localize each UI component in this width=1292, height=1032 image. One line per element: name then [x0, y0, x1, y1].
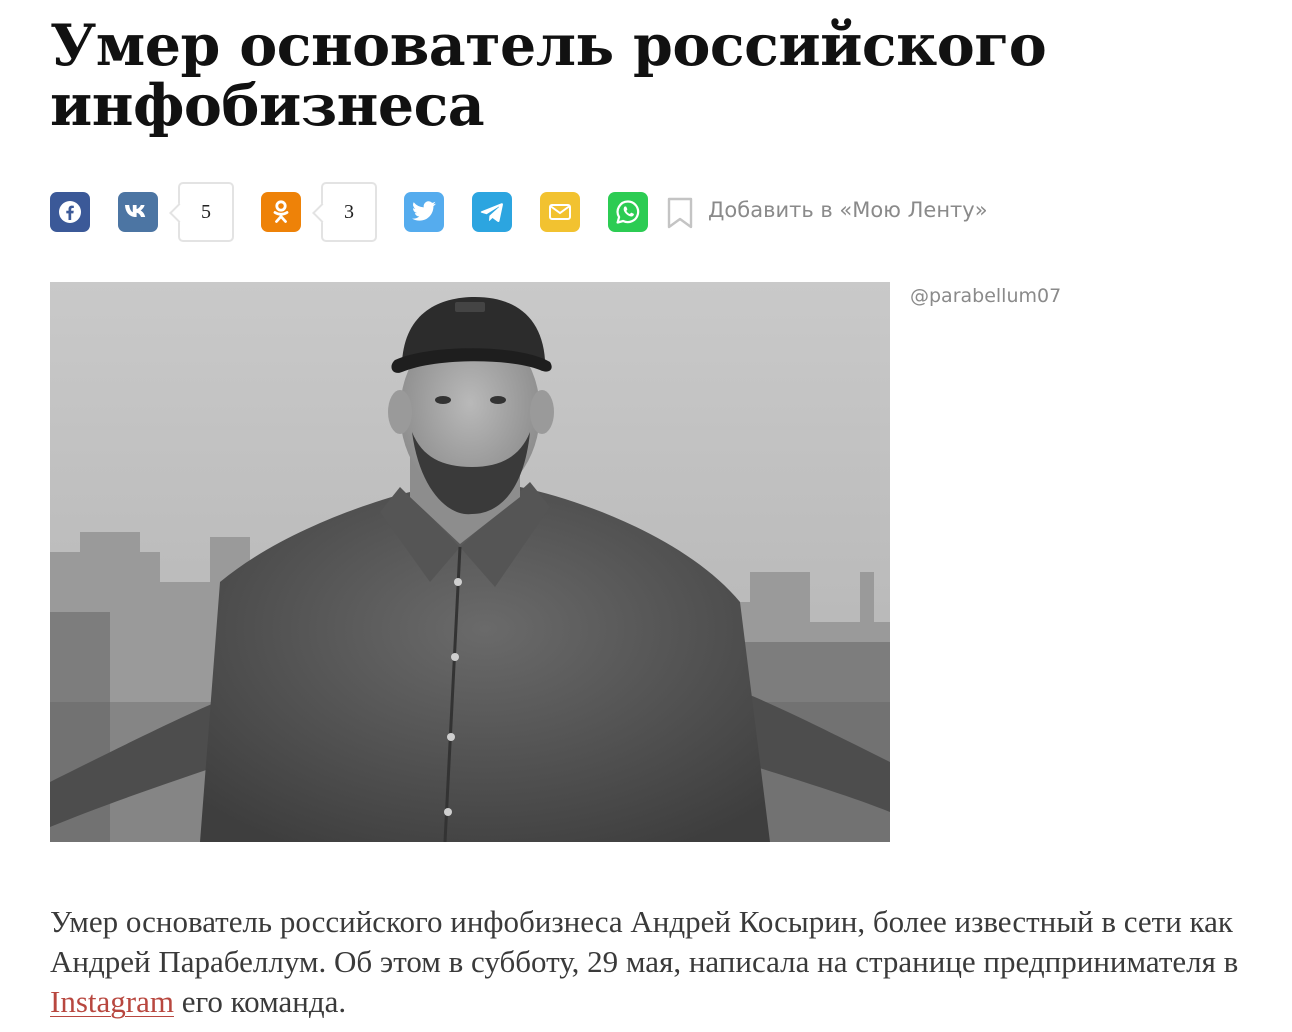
article-title: Умер основатель российского инфобизнеса — [50, 12, 1047, 139]
add-to-my-feed-link[interactable]: Добавить в «Мою Ленту» — [708, 198, 988, 222]
share-bar: 5 3 Добавить в «Мою Ленту» — [50, 182, 1150, 242]
mail-share-button[interactable] — [540, 192, 580, 232]
bookmark-icon[interactable] — [667, 197, 693, 229]
lead-text-end: его команда. — [173, 984, 347, 1019]
odnoklassniki-share-button[interactable] — [261, 192, 301, 232]
twitter-share-button[interactable] — [404, 192, 444, 232]
ok-share-count: 3 — [321, 182, 377, 242]
twitter-icon — [412, 201, 436, 221]
telegram-icon — [480, 203, 503, 223]
odnoklassniki-icon — [273, 200, 289, 223]
vk-icon — [125, 205, 146, 217]
whatsapp-share-button[interactable] — [608, 192, 648, 232]
vk-share-button[interactable] — [118, 192, 158, 232]
whatsapp-icon — [616, 200, 640, 224]
photo-credit: @parabellum07 — [910, 285, 1062, 307]
article-lead: Умер основатель российского инфобизнеса … — [50, 902, 1265, 1022]
telegram-share-button[interactable] — [472, 192, 512, 232]
instagram-link[interactable]: Instagram — [50, 984, 174, 1019]
article-photo — [50, 282, 890, 842]
lead-text-start: Умер основатель российского инфобизнеса … — [50, 904, 1239, 979]
mail-icon — [549, 204, 571, 220]
facebook-icon — [59, 201, 81, 223]
facebook-share-button[interactable] — [50, 192, 90, 232]
vk-share-count: 5 — [178, 182, 234, 242]
